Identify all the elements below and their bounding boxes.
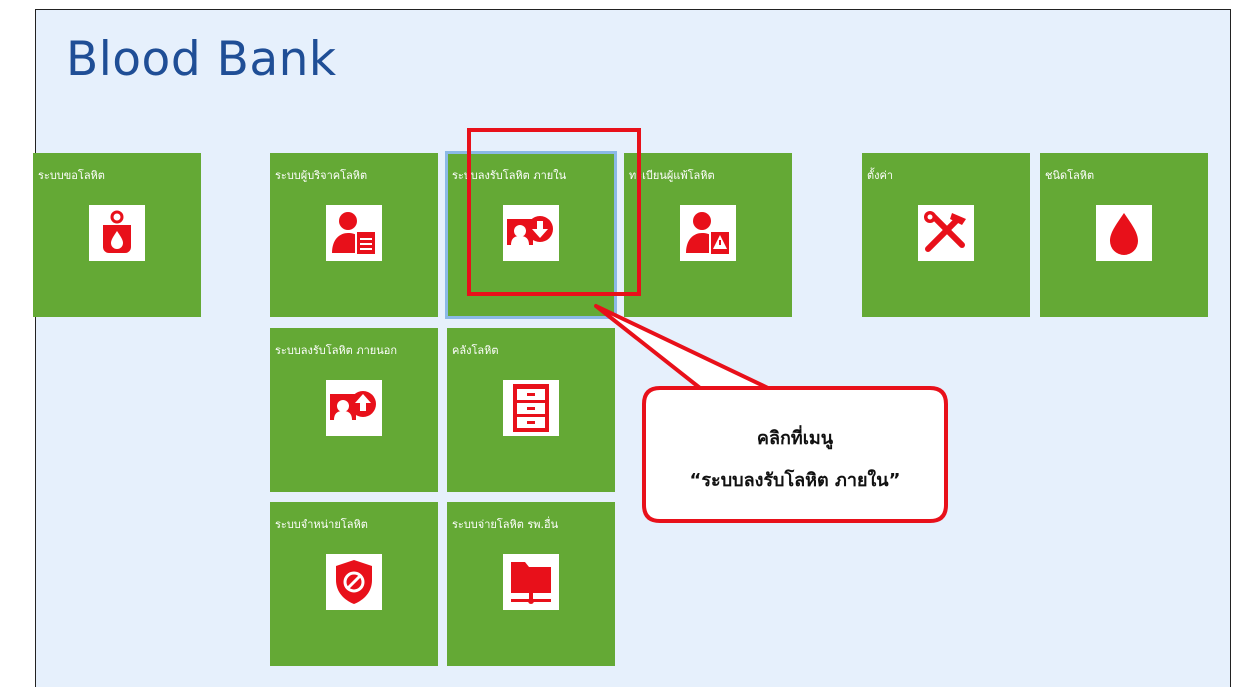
tile-label: ตั้งค่า (867, 169, 894, 182)
tile-label: ทะเบียนผู้แพ้โลหิต (629, 169, 715, 182)
tile-allergy-registry[interactable]: ทะเบียนผู้แพ้โลหิต (624, 153, 792, 317)
receive-internal-icon (503, 205, 559, 261)
tile-settings[interactable]: ตั้งค่า (862, 153, 1030, 317)
tile-label: ชนิดโลหิต (1045, 169, 1095, 182)
page-title: Blood Bank (66, 32, 337, 87)
tile-label: คลังโลหิต (452, 344, 499, 357)
receive-external-icon (326, 380, 382, 436)
tile-label: ระบบลงรับโลหิต ภายนอก (275, 344, 397, 357)
donor-document-icon (326, 205, 382, 261)
callout-line-1: คลิกที่เมนู (756, 428, 834, 449)
tile-label: ระบบขอโลหิต (38, 169, 105, 182)
allergy-user-icon (680, 205, 736, 261)
callout-line-2: “ระบบลงรับโลหิต ภายใน” (689, 470, 901, 491)
tile-blood-request[interactable]: ระบบขอโลหิต (33, 153, 201, 317)
tile-label: ระบบลงรับโลหิต ภายใน (452, 169, 567, 182)
blood-drop-icon (1096, 205, 1152, 261)
tile-label: ระบบจ่ายโลหิต รพ.อื่น (452, 518, 559, 531)
tile-blood-disposal[interactable]: ระบบจำหน่ายโลหิต (270, 502, 438, 666)
start-screen-panel: Blood Bank (35, 9, 1231, 687)
tile-blood-donor[interactable]: ระบบผู้บริจาคโลหิต (270, 153, 438, 317)
tile-receive-internal[interactable]: ระบบลงรับโลหิต ภายใน (445, 151, 617, 319)
tile-blood-dispense-other-hospital[interactable]: ระบบจ่ายโลหิต รพ.อื่น (447, 502, 615, 666)
blood-bag-icon (89, 205, 145, 261)
cabinet-icon (503, 380, 559, 436)
tools-icon (918, 205, 974, 261)
tile-blood-types[interactable]: ชนิดโลหิต (1040, 153, 1208, 317)
tile-blood-storage[interactable]: คลังโลหิต (447, 328, 615, 492)
network-folder-icon (503, 554, 559, 610)
tile-label: ระบบจำหน่ายโลหิต (275, 518, 368, 531)
tile-label: ระบบผู้บริจาคโลหิต (275, 169, 368, 182)
callout-text: คลิกที่เมนู “ระบบลงรับโลหิต ภายใน” (645, 418, 945, 502)
shield-block-icon (326, 554, 382, 610)
tile-receive-external[interactable]: ระบบลงรับโลหิต ภายนอก (270, 328, 438, 492)
